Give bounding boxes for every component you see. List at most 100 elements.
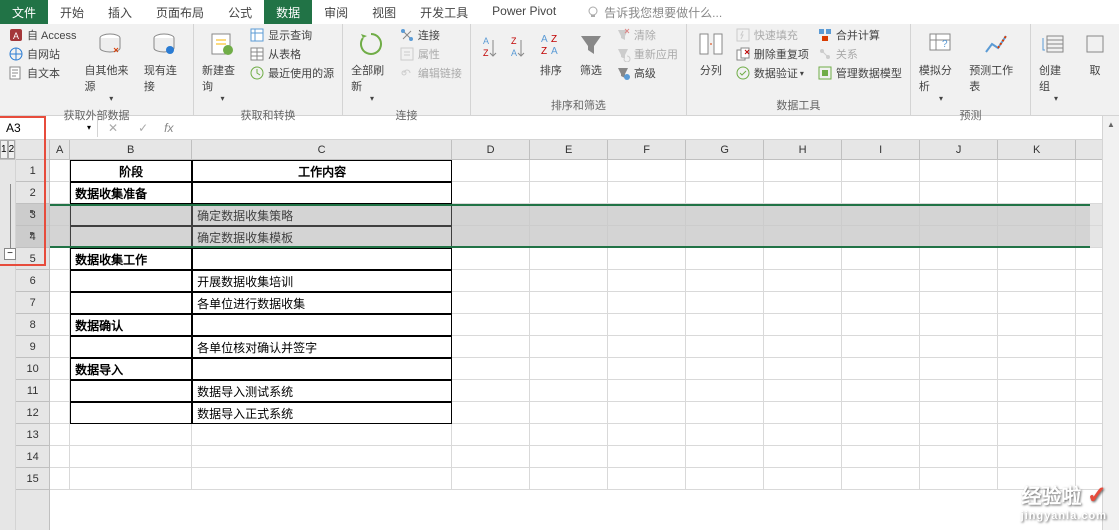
whatif-button[interactable]: ? 模拟分析▾ — [915, 26, 965, 105]
cell[interactable] — [50, 336, 70, 358]
cell[interactable] — [998, 314, 1076, 336]
cell[interactable] — [452, 380, 530, 402]
cell[interactable] — [764, 204, 842, 226]
cell[interactable] — [452, 336, 530, 358]
cell[interactable] — [452, 424, 530, 446]
cell[interactable] — [842, 424, 920, 446]
from-other-button[interactable]: 自其他来源▾ — [81, 26, 140, 105]
tab-review[interactable]: 审阅 — [312, 0, 360, 24]
cell[interactable] — [452, 160, 530, 182]
tell-me[interactable]: 告诉我您想要做什么... — [578, 0, 730, 24]
cell[interactable] — [686, 182, 764, 204]
tab-data[interactable]: 数据 — [264, 0, 312, 24]
cell[interactable] — [608, 358, 686, 380]
cell[interactable]: 工作内容 — [192, 160, 452, 182]
cell[interactable] — [998, 270, 1076, 292]
cell[interactable] — [452, 468, 530, 490]
tab-powerpivot[interactable]: Power Pivot — [480, 0, 568, 24]
row-header[interactable]: 10 — [16, 358, 49, 380]
cell[interactable] — [998, 446, 1076, 468]
row-header[interactable]: 7 — [16, 292, 49, 314]
column-header[interactable]: A — [50, 140, 70, 159]
row-header[interactable]: 11 — [16, 380, 49, 402]
cell[interactable] — [842, 468, 920, 490]
cell[interactable] — [452, 358, 530, 380]
sort-az-button[interactable]: AZ — [475, 26, 503, 64]
cell[interactable] — [608, 468, 686, 490]
column-header[interactable]: F — [608, 140, 686, 159]
cell[interactable] — [530, 402, 608, 424]
cell[interactable] — [920, 424, 998, 446]
cell[interactable] — [998, 402, 1076, 424]
tab-insert[interactable]: 插入 — [96, 0, 144, 24]
row-header[interactable]: 14 — [16, 446, 49, 468]
cell[interactable] — [530, 468, 608, 490]
cell[interactable] — [842, 314, 920, 336]
cell[interactable]: 阶段 — [70, 160, 192, 182]
cell[interactable] — [920, 468, 998, 490]
row-header[interactable]: 13 — [16, 424, 49, 446]
cell[interactable] — [842, 226, 920, 248]
cell[interactable] — [764, 226, 842, 248]
cell[interactable] — [686, 160, 764, 182]
column-header[interactable]: J — [920, 140, 998, 159]
cell[interactable] — [764, 160, 842, 182]
cell[interactable] — [608, 292, 686, 314]
cell[interactable] — [608, 182, 686, 204]
cell[interactable] — [998, 182, 1076, 204]
column-header[interactable]: E — [530, 140, 608, 159]
tab-layout[interactable]: 页面布局 — [144, 0, 216, 24]
cell[interactable] — [608, 248, 686, 270]
cell[interactable] — [608, 336, 686, 358]
cell[interactable] — [842, 270, 920, 292]
sort-za-button[interactable]: ZA — [503, 26, 531, 64]
cell[interactable] — [998, 336, 1076, 358]
cell[interactable] — [686, 424, 764, 446]
cell[interactable] — [50, 424, 70, 446]
scroll-up-icon[interactable]: ▲ — [1103, 116, 1119, 133]
cell[interactable]: 各单位核对确认并签字 — [192, 336, 452, 358]
cell[interactable] — [764, 402, 842, 424]
cell[interactable] — [530, 292, 608, 314]
cell[interactable] — [192, 248, 452, 270]
cell[interactable] — [686, 248, 764, 270]
cell[interactable]: 确定数据收集模板 — [192, 226, 452, 248]
cell[interactable] — [70, 446, 192, 468]
show-query-button[interactable]: 显示查询 — [247, 26, 336, 44]
cell[interactable] — [998, 292, 1076, 314]
cell[interactable] — [70, 468, 192, 490]
cell[interactable] — [530, 446, 608, 468]
cell[interactable] — [452, 446, 530, 468]
row-header[interactable]: 15 — [16, 468, 49, 490]
cell[interactable] — [70, 402, 192, 424]
cell[interactable] — [50, 468, 70, 490]
cell[interactable] — [452, 402, 530, 424]
cell[interactable] — [842, 182, 920, 204]
cell[interactable] — [686, 204, 764, 226]
tab-file[interactable]: 文件 — [0, 0, 48, 24]
column-header[interactable]: G — [686, 140, 764, 159]
cell[interactable] — [530, 358, 608, 380]
cell[interactable] — [920, 292, 998, 314]
cell[interactable] — [764, 314, 842, 336]
cell[interactable] — [192, 468, 452, 490]
cell[interactable] — [452, 314, 530, 336]
cell[interactable] — [920, 204, 998, 226]
cell[interactable] — [70, 336, 192, 358]
cell[interactable] — [998, 380, 1076, 402]
from-text-button[interactable]: 自文本 — [6, 64, 79, 82]
cell[interactable] — [530, 380, 608, 402]
cell[interactable] — [50, 358, 70, 380]
cell[interactable] — [50, 160, 70, 182]
cell[interactable] — [608, 446, 686, 468]
cell[interactable] — [50, 248, 70, 270]
cell[interactable] — [50, 270, 70, 292]
cell[interactable] — [998, 226, 1076, 248]
cell[interactable] — [842, 248, 920, 270]
cell[interactable] — [50, 380, 70, 402]
cell[interactable] — [50, 314, 70, 336]
cell[interactable] — [842, 160, 920, 182]
cell[interactable] — [452, 292, 530, 314]
cell[interactable] — [530, 160, 608, 182]
cell[interactable] — [530, 226, 608, 248]
